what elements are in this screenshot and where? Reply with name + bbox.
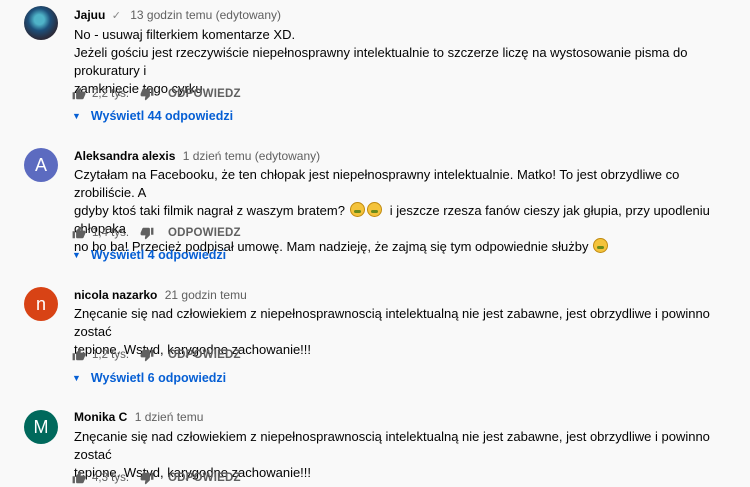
comment-header: nicola nazarko 21 godzin temu bbox=[74, 288, 247, 302]
thumb-up-icon[interactable] bbox=[72, 348, 86, 362]
thumb-up-icon[interactable] bbox=[72, 471, 86, 485]
like-count: 4,3 tys. bbox=[92, 472, 130, 484]
thumb-up-icon[interactable] bbox=[72, 226, 86, 240]
comment-line: Znęcanie się nad człowiekiem z niepełnos… bbox=[74, 429, 710, 462]
author-name[interactable]: nicola nazarko bbox=[74, 288, 157, 302]
thumb-down-icon[interactable] bbox=[140, 87, 154, 101]
author-name[interactable]: Jajuu bbox=[74, 8, 105, 22]
comment-header: Monika C 1 dzień temu bbox=[74, 410, 203, 424]
comment-actions: 4,3 tys. ODPOWIEDZ bbox=[72, 469, 241, 487]
author-name[interactable]: Monika C bbox=[74, 410, 127, 424]
comment-line: Znęcanie się nad człowiekiem z niepełnos… bbox=[74, 306, 710, 339]
avatar[interactable] bbox=[24, 6, 58, 40]
nauseated-face-icon bbox=[366, 202, 382, 217]
like-count: 1,2 tys. bbox=[92, 349, 130, 361]
thumb-down-icon[interactable] bbox=[140, 348, 154, 362]
thumb-up-icon[interactable] bbox=[72, 87, 86, 101]
thumb-down-icon[interactable] bbox=[140, 226, 154, 240]
avatar-letter: A bbox=[34, 154, 47, 175]
comment-actions: 1,2 tys. ODPOWIEDZ bbox=[72, 346, 241, 364]
comment-actions: 2,2 tys. ODPOWIEDZ bbox=[72, 85, 241, 103]
comment-header: Aleksandra alexis 1 dzień temu (edytowan… bbox=[74, 149, 320, 163]
comment-time[interactable]: 13 godzin temu (edytowany) bbox=[130, 8, 281, 22]
reply-button[interactable]: ODPOWIEDZ bbox=[168, 227, 241, 239]
comment-actions: 1,4 tys. ODPOWIEDZ bbox=[72, 224, 241, 242]
reply-button[interactable]: ODPOWIEDZ bbox=[168, 472, 241, 484]
view-replies-label: Wyświetl 4 odpowiedzi bbox=[90, 248, 227, 262]
avatar-letter: M bbox=[33, 416, 49, 437]
reply-button[interactable]: ODPOWIEDZ bbox=[168, 88, 241, 100]
comment-time[interactable]: 1 dzień temu (edytowany) bbox=[183, 149, 320, 163]
comment-fragment: gdyby ktoś taki filmik nagrał z waszym b… bbox=[74, 203, 345, 218]
chevron-down-icon: ▼ bbox=[72, 250, 81, 260]
view-replies-label: Wyświetl 44 odpowiedzi bbox=[90, 109, 234, 123]
avatar[interactable]: M bbox=[24, 410, 58, 444]
comment-line: Jeżeli gościu jest rzeczywiście niepełno… bbox=[74, 45, 688, 78]
comment-line: Czytałam na Facebooku, że ten chłopak je… bbox=[74, 167, 680, 200]
like-count: 2,2 tys. bbox=[92, 88, 130, 100]
view-replies-button[interactable]: ▼ Wyświetl 6 odpowiedzi bbox=[72, 371, 226, 385]
reply-button[interactable]: ODPOWIEDZ bbox=[168, 349, 241, 361]
nauseated-face-icon bbox=[349, 202, 365, 217]
comment-time[interactable]: 1 dzień temu bbox=[135, 410, 204, 424]
author-name[interactable]: Aleksandra alexis bbox=[74, 149, 175, 163]
comment-text: Czytałam na Facebooku, że ten chłopak je… bbox=[74, 166, 714, 256]
thumb-down-icon[interactable] bbox=[140, 471, 154, 485]
avatar-letter: n bbox=[35, 293, 46, 314]
avatar[interactable]: n bbox=[24, 287, 58, 321]
comment-header: Jajuu ✓ 13 godzin temu (edytowany) bbox=[74, 8, 281, 22]
chevron-down-icon: ▼ bbox=[72, 111, 81, 121]
view-replies-button[interactable]: ▼ Wyświetl 44 odpowiedzi bbox=[72, 109, 233, 123]
like-count: 1,4 tys. bbox=[92, 227, 130, 239]
comment-time[interactable]: 21 godzin temu bbox=[165, 288, 247, 302]
view-replies-label: Wyświetl 6 odpowiedzi bbox=[90, 371, 227, 385]
chevron-down-icon: ▼ bbox=[72, 373, 81, 383]
verified-icon: ✓ bbox=[111, 10, 121, 22]
view-replies-button[interactable]: ▼ Wyświetl 4 odpowiedzi bbox=[72, 248, 226, 262]
comment-line: No - usuwaj filterkiem komentarze XD. bbox=[74, 27, 296, 42]
nauseated-face-icon bbox=[593, 238, 609, 253]
avatar[interactable]: A bbox=[24, 148, 58, 182]
